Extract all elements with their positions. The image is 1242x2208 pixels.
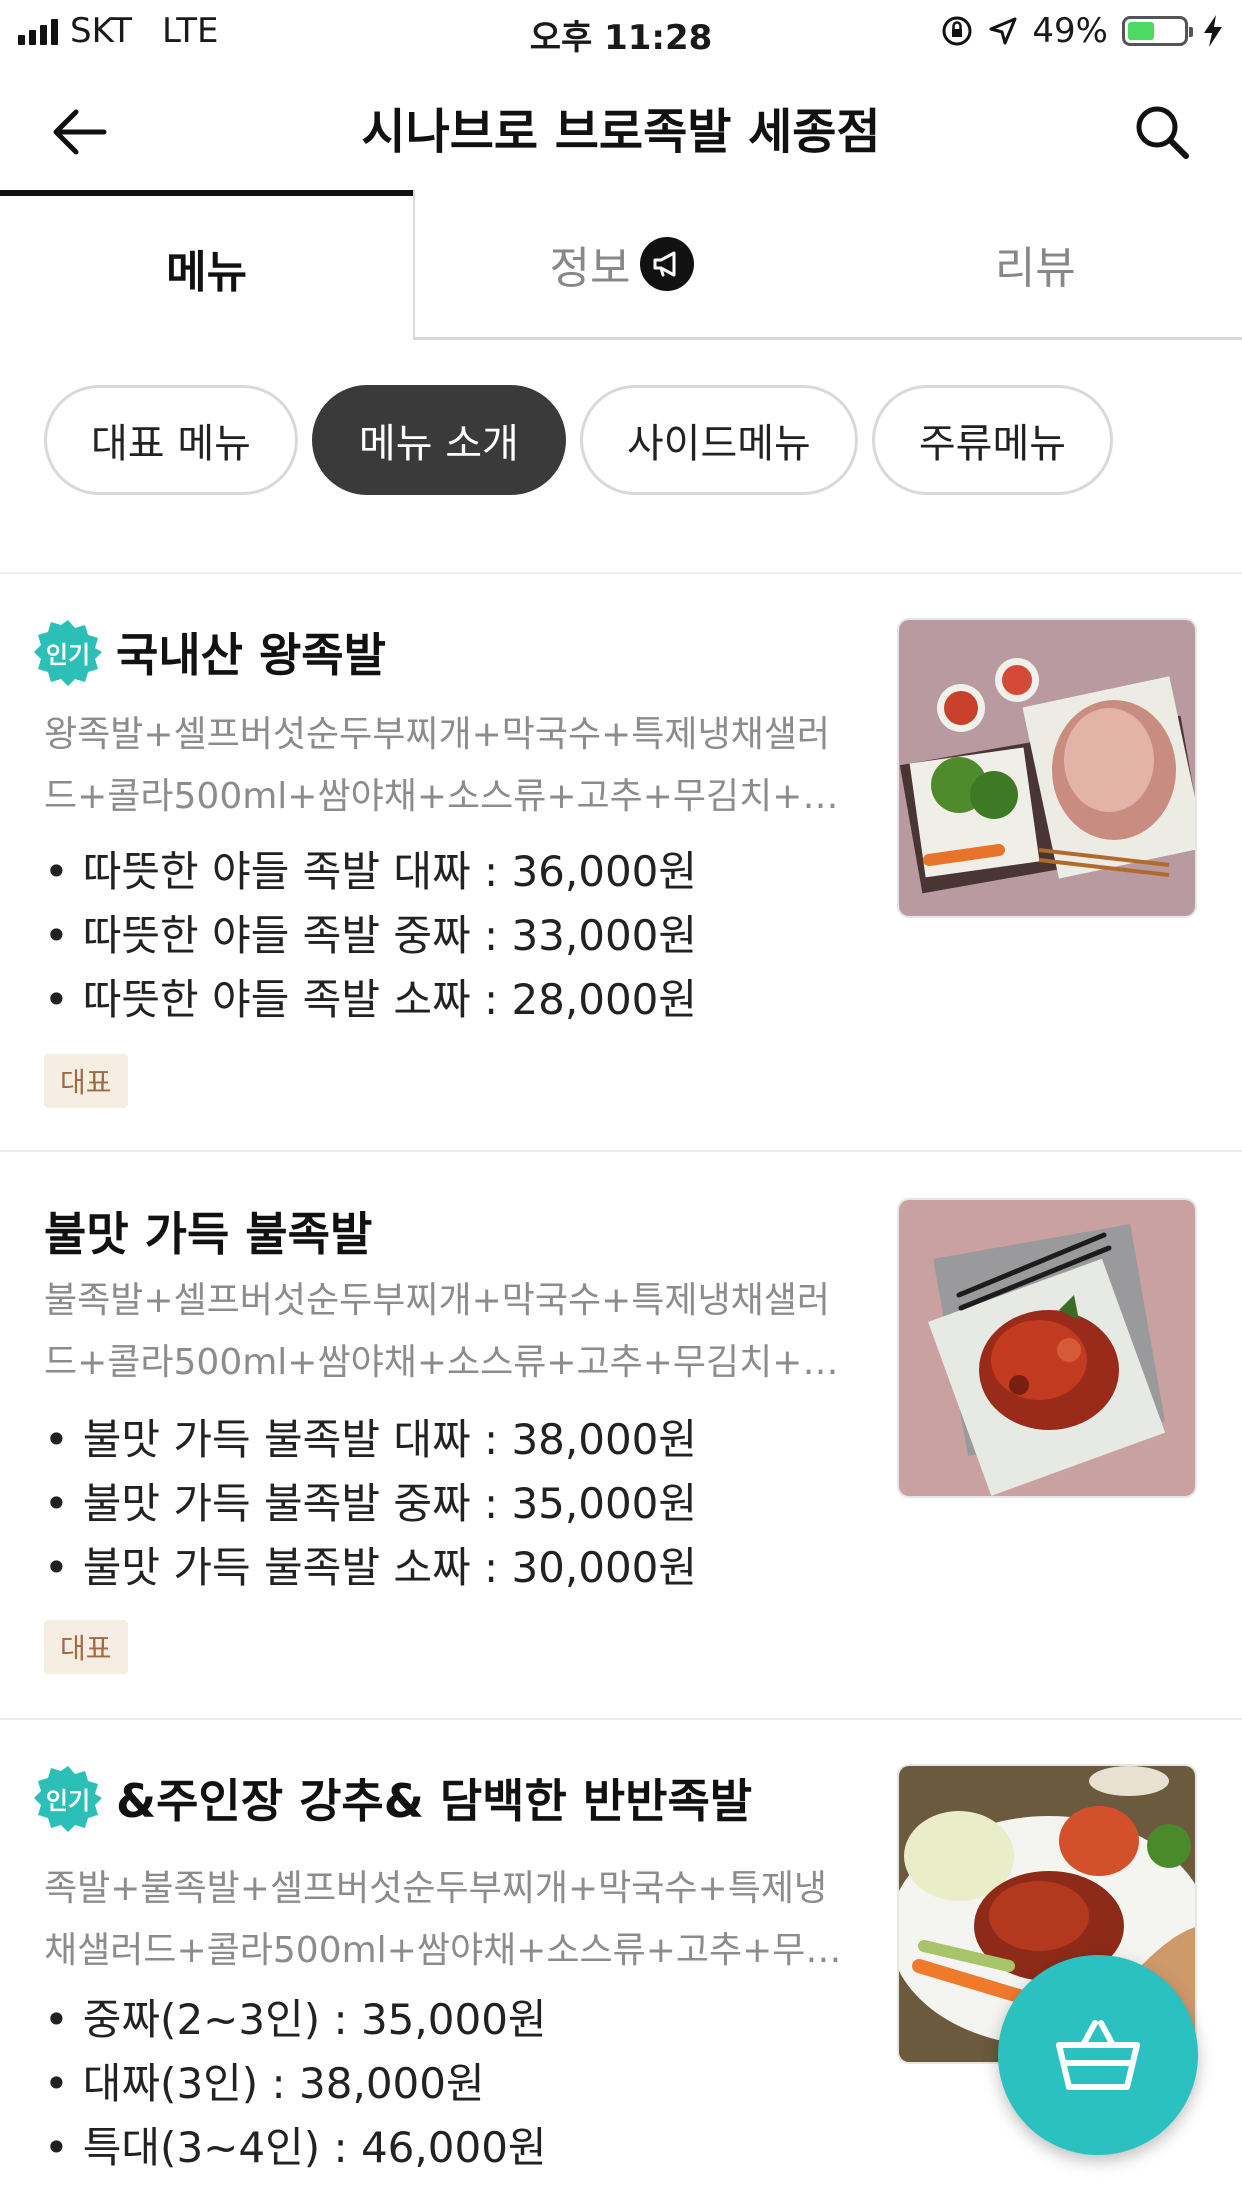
tab-reviews[interactable]: 리뷰 — [828, 190, 1242, 340]
popular-badge-label: 인기 — [45, 1786, 91, 1815]
arrow-left-icon — [53, 109, 107, 155]
megaphone-icon — [640, 236, 695, 291]
menu-item[interactable]: 인기 국내산 왕족발 왕족발+셀프버섯순두부찌개+막국수+특제냉채샐러 드+콜라… — [0, 574, 1242, 1150]
price-option: 불맛 가득 불족발 소짜 : 30,000원 — [44, 1536, 697, 1600]
item-name: 불맛 가득 불족발 — [44, 1207, 373, 1261]
menu-item[interactable]: 불맛 가득 불족발 불족발+셀프버섯순두부찌개+막국수+특제냉채샐러 드+콜라5… — [0, 1152, 1242, 1718]
item-name: &주인장 강추& 담백한 반반족발 — [116, 1774, 753, 1828]
price-option: 불맛 가득 불족발 중짜 : 35,000원 — [44, 1472, 697, 1536]
cart-button[interactable] — [998, 1955, 1198, 2155]
price-option: 따뜻한 야들 족발 소짜 : 28,000원 — [44, 968, 697, 1032]
search-icon — [1136, 106, 1189, 159]
item-description-line: 채샐러드+콜라500ml+쌈야채+소스류+고추+무… — [44, 1930, 842, 1971]
item-name-row: 인기 국내산 왕족발 — [34, 618, 386, 686]
location-arrow-icon — [989, 17, 1017, 45]
status-right: 49% — [940, 10, 1224, 52]
price-option: 대짜(3인) : 38,000원 — [44, 2052, 547, 2116]
tab-menu[interactable]: 메뉴 — [0, 190, 414, 340]
tab-info[interactable]: 정보 — [413, 190, 829, 340]
chip-side-menu[interactable]: 사이드메뉴 — [579, 385, 858, 495]
tab-info-label: 정보 — [549, 242, 631, 294]
signature-tag: 대표 — [44, 1054, 128, 1108]
battery-icon — [1122, 16, 1193, 46]
price-option: 불맛 가득 불족발 대짜 : 38,000원 — [44, 1408, 697, 1472]
shopping-basket-icon — [1056, 2020, 1140, 2090]
price-option: 특대(3~4인) : 46,000원 — [44, 2116, 547, 2180]
item-photo — [897, 1198, 1197, 1498]
item-description: 왕족발+셀프버섯순두부찌개+막국수+특제냉채샐러 드+콜라500ml+쌈야채+소… — [44, 704, 854, 828]
price-list: 중짜(2~3인) : 35,000원 대짜(3인) : 38,000원 특대(3… — [44, 1988, 547, 2180]
price-option: 따뜻한 야들 족발 대짜 : 36,000원 — [44, 840, 697, 904]
item-description-line: 드+콜라500ml+쌈야채+소스류+고추+무김치+부… — [44, 1342, 854, 1383]
item-description: 족발+불족발+셀프버섯순두부찌개+막국수+특제냉 채샐러드+콜라500ml+쌈야… — [44, 1858, 854, 1982]
item-photo — [897, 618, 1197, 918]
signature-tag: 대표 — [44, 1620, 128, 1674]
chip-menu-intro[interactable]: 메뉴 소개 — [311, 385, 566, 495]
item-description-line: 족발+불족발+셀프버섯순두부찌개+막국수+특제냉 — [44, 1868, 828, 1909]
popular-badge-label: 인기 — [45, 640, 91, 669]
item-name-row: 인기 &주인장 강추& 담백한 반반족발 — [34, 1764, 752, 1832]
item-name: 국내산 왕족발 — [116, 628, 386, 682]
battery-percent: 49% — [1032, 11, 1108, 51]
status-bar: SKT LTE 오후 11:28 49% — [0, 0, 1242, 62]
charging-bolt-icon — [1204, 15, 1222, 47]
item-description-line: 왕족발+셀프버섯순두부찌개+막국수+특제냉채샐러 — [44, 714, 831, 755]
chip-signature-menu[interactable]: 대표 메뉴 — [44, 385, 298, 495]
tab-menu-label: 메뉴 — [166, 247, 248, 298]
tab-reviews-label: 리뷰 — [994, 242, 1076, 294]
back-button[interactable] — [40, 96, 120, 168]
chip-drinks-menu[interactable]: 주류메뉴 — [871, 385, 1114, 495]
item-name-row: 불맛 가득 불족발 — [44, 1198, 372, 1264]
item-description-line: 드+콜라500ml+쌈야채+소스류+고추+무김치+부… — [44, 776, 854, 817]
popular-badge: 인기 — [34, 618, 102, 686]
section-tabs: 메뉴 정보 리뷰 — [0, 190, 1242, 340]
item-description-line: 불족발+셀프버섯순두부찌개+막국수+특제냉채샐러 — [44, 1280, 831, 1321]
price-option: 중짜(2~3인) : 35,000원 — [44, 1988, 547, 2052]
page-title: 시나브로 브로족발 세종점 — [361, 104, 881, 160]
category-chips: 대표 메뉴 메뉴 소개 사이드메뉴 주류메뉴 — [44, 385, 1114, 495]
app-header: 시나브로 브로족발 세종점 — [0, 70, 1242, 190]
price-list: 따뜻한 야들 족발 대짜 : 36,000원 따뜻한 야들 족발 중짜 : 33… — [44, 840, 697, 1032]
battery-level — [1128, 22, 1155, 40]
search-button[interactable] — [1122, 96, 1202, 168]
orientation-lock-icon — [942, 16, 972, 46]
price-list: 불맛 가득 불족발 대짜 : 38,000원 불맛 가득 불족발 중짜 : 35… — [44, 1408, 697, 1600]
popular-badge: 인기 — [34, 1764, 102, 1832]
item-description: 불족발+셀프버섯순두부찌개+막국수+특제냉채샐러 드+콜라500ml+쌈야채+소… — [44, 1270, 854, 1394]
price-option: 따뜻한 야들 족발 중짜 : 33,000원 — [44, 904, 697, 968]
